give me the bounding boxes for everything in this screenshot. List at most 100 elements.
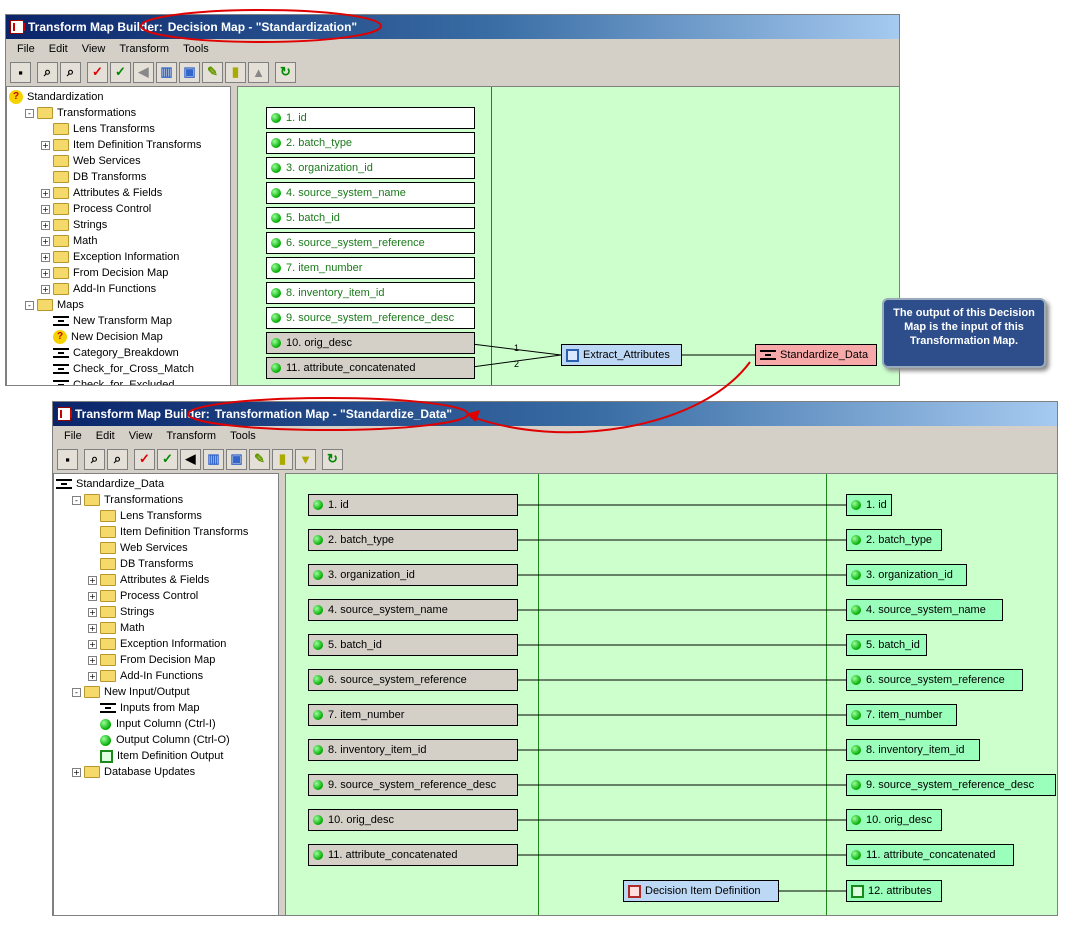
tree-item[interactable]: + Attributes & Fields [41, 185, 162, 201]
output-field[interactable]: 5. batch_id [846, 634, 927, 656]
menu-edit[interactable]: Edit [42, 43, 75, 55]
expand-icon[interactable]: + [88, 623, 97, 633]
output-field[interactable]: 9. source_system_reference_desc [846, 774, 1056, 796]
input-field[interactable]: 5. batch_id [308, 634, 518, 656]
input-field[interactable]: 10. orig_desc [308, 809, 518, 831]
input-field[interactable]: 6. source_system_reference [308, 669, 518, 691]
tree-item[interactable]: Item Definition Transforms [88, 524, 248, 540]
expand-icon[interactable]: + [88, 607, 97, 617]
tree-item[interactable]: ? Standardization [9, 89, 103, 105]
tree-item[interactable]: - New Input/Output [72, 684, 190, 700]
output-field[interactable]: 1. id [846, 494, 892, 516]
tree-item[interactable]: Check_for_Cross_Match [41, 361, 194, 377]
tree-item[interactable]: + Add-In Functions [41, 281, 156, 297]
menu-tools[interactable]: Tools [223, 430, 263, 442]
tree-item[interactable]: ? New Decision Map [41, 329, 163, 345]
columns-icon[interactable]: ▥ [156, 61, 177, 83]
decision-field[interactable]: 4. source_system_name [266, 182, 475, 204]
back-arrow-icon[interactable]: ◀ [133, 61, 154, 83]
expand-icon[interactable]: + [41, 284, 50, 294]
tree-item[interactable]: + Math [41, 233, 97, 249]
tree-item[interactable]: + Math [88, 620, 144, 636]
tree-item[interactable]: Inputs from Map [88, 700, 199, 716]
menu-transform[interactable]: Transform [159, 430, 223, 442]
input-field[interactable]: 9. source_system_reference_desc [308, 774, 518, 796]
frame-icon[interactable]: ▣ [226, 448, 247, 470]
menu-edit[interactable]: Edit [89, 430, 122, 442]
splitter[interactable] [232, 86, 236, 385]
tree-item[interactable]: + Database Updates [72, 764, 195, 780]
tree-item[interactable]: + Process Control [88, 588, 198, 604]
output-field[interactable]: 4. source_system_name [846, 599, 1003, 621]
tree-item[interactable]: Web Services [88, 540, 188, 556]
tree-item[interactable]: Input Column (Ctrl-I) [88, 716, 216, 732]
menu-file[interactable]: File [10, 43, 42, 55]
decision-field[interactable]: 11. attribute_concatenated [266, 357, 475, 379]
expand-icon[interactable]: + [41, 204, 50, 214]
output-field[interactable]: 11. attribute_concatenated [846, 844, 1014, 866]
tree-item[interactable]: DB Transforms [88, 556, 193, 572]
expand-icon[interactable]: + [88, 655, 97, 665]
output-field[interactable]: 3. organization_id [846, 564, 967, 586]
tree-item[interactable]: + Exception Information [88, 636, 226, 652]
collapse-icon[interactable]: - [25, 108, 34, 118]
import-icon[interactable]: ▼ [295, 448, 316, 470]
collapse-icon[interactable]: - [25, 300, 34, 310]
collapse-icon[interactable]: - [72, 687, 81, 697]
tree-item[interactable]: - Transformations [72, 492, 183, 508]
expand-icon[interactable]: + [41, 252, 50, 262]
output-field-attributes[interactable]: 12. attributes [846, 880, 942, 902]
tree-item[interactable]: Item Definition Output [88, 748, 223, 764]
find-replace-icon[interactable]: ⌕ [107, 448, 128, 470]
tree-item[interactable]: Output Column (Ctrl-O) [88, 732, 230, 748]
tree-item[interactable]: + From Decision Map [88, 652, 215, 668]
menu-transform[interactable]: Transform [112, 43, 176, 55]
decision-field[interactable]: 8. inventory_item_id [266, 282, 475, 304]
tree-item[interactable]: + Strings [41, 217, 107, 233]
output-field[interactable]: 6. source_system_reference [846, 669, 1023, 691]
expand-icon[interactable]: + [41, 140, 50, 150]
frame-icon[interactable]: ▣ [179, 61, 200, 83]
splitter[interactable] [280, 473, 284, 915]
decision-field[interactable]: 2. batch_type [266, 132, 475, 154]
decision-field[interactable]: 10. orig_desc [266, 332, 475, 354]
expand-icon[interactable]: + [41, 268, 50, 278]
input-field[interactable]: 3. organization_id [308, 564, 518, 586]
decision-field[interactable]: 7. item_number [266, 257, 475, 279]
tree-item[interactable]: + From Decision Map [41, 265, 168, 281]
wizard-icon[interactable]: ✎ [249, 448, 270, 470]
input-field[interactable]: 1. id [308, 494, 518, 516]
save-icon[interactable]: ▪ [10, 61, 31, 83]
check-red-icon[interactable]: ✓ [87, 61, 108, 83]
input-field[interactable]: 2. batch_type [308, 529, 518, 551]
expand-icon[interactable]: + [88, 591, 97, 601]
expand-icon[interactable]: + [72, 767, 81, 777]
output-field[interactable]: 2. batch_type [846, 529, 942, 551]
decision-item-definition-node[interactable]: Decision Item Definition [623, 880, 779, 902]
tree-item[interactable]: + Attributes & Fields [88, 572, 209, 588]
collapse-icon[interactable]: - [72, 495, 81, 505]
wizard-icon[interactable]: ✎ [202, 61, 223, 83]
expand-icon[interactable]: + [41, 220, 50, 230]
tree-item[interactable]: Standardize_Data [56, 476, 164, 492]
extract-attributes-node[interactable]: Extract_Attributes [561, 344, 682, 366]
tree-item[interactable]: Category_Breakdown [41, 345, 179, 361]
tree-item[interactable]: + Process Control [41, 201, 151, 217]
refresh-icon[interactable]: ↻ [275, 61, 296, 83]
menu-file[interactable]: File [57, 430, 89, 442]
tree-item[interactable]: Lens Transforms [88, 508, 202, 524]
back-arrow-icon[interactable]: ◀ [180, 448, 201, 470]
tree-item[interactable]: Check_for_Excluded [41, 377, 175, 385]
decision-field[interactable]: 9. source_system_reference_desc [266, 307, 475, 329]
tree-item[interactable]: Web Services [41, 153, 141, 169]
tree-item[interactable]: New Transform Map [41, 313, 172, 329]
binoculars-icon[interactable]: ⌕ [84, 448, 105, 470]
decision-field[interactable]: 6. source_system_reference [266, 232, 475, 254]
binoculars-icon[interactable]: ⌕ [37, 61, 58, 83]
expand-icon[interactable]: + [41, 236, 50, 246]
expand-icon[interactable]: + [88, 639, 97, 649]
check-red-icon[interactable]: ✓ [134, 448, 155, 470]
decision-field[interactable]: 3. organization_id [266, 157, 475, 179]
tree-item[interactable]: + Add-In Functions [88, 668, 203, 684]
menu-view[interactable]: View [75, 43, 113, 55]
